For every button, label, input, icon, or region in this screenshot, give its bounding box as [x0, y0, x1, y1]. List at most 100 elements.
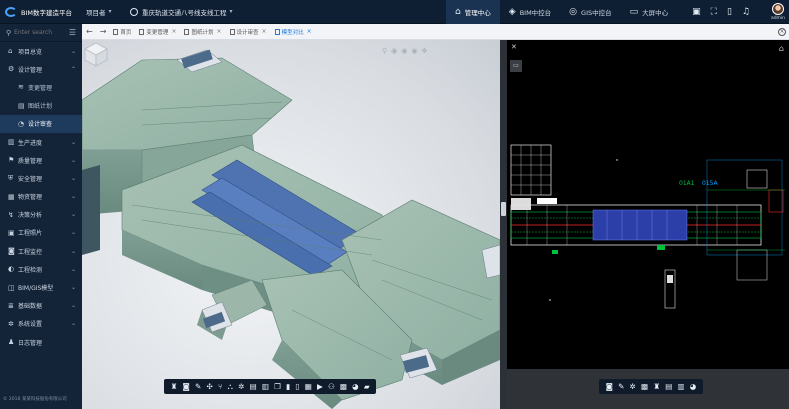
user-menu[interactable]: admin [767, 2, 789, 21]
project-selector[interactable]: 项目者 ▾ [86, 7, 126, 17]
sidebar-item-label: 工程检测 [18, 266, 43, 274]
camera-icon[interactable]: ◙ [183, 382, 190, 391]
sidebar-item[interactable]: ◐ 工程检测 ⌄ [0, 260, 82, 278]
sidebar-item[interactable]: ⚑ 质量管理 ⌄ [0, 151, 82, 169]
project-name-selector[interactable]: 重庆轨道交通八号线支线工程 ▾ [130, 7, 280, 17]
color-icon[interactable]: ◕ [352, 382, 359, 391]
chevron-down-icon: ⌄ [70, 193, 76, 201]
eye-icon[interactable]: ◉ [401, 47, 407, 55]
tab-bar: ← → 首页 变更管理 × 图纸计划 × 设计审查 × 模型对比 × × [82, 24, 789, 40]
sidebar-item[interactable]: ◫ BIM/GIS模型 ⌄ [0, 278, 82, 296]
nav-gis-console[interactable]: ◎ GIS中控台 [560, 0, 620, 24]
sidebar-item-label: 设计审查 [28, 121, 53, 129]
chevron-down-icon: ⌄ [70, 302, 76, 310]
phone-icon[interactable]: ▯ [727, 7, 732, 17]
calculator-icon[interactable]: ▩ [340, 382, 347, 391]
sidebar-item[interactable]: ⛨ 安全管理 ⌄ [0, 169, 82, 187]
close-all-tabs-icon[interactable]: × [778, 27, 786, 36]
header-tools: ▣ ⛶ ▯ ♫ [687, 7, 755, 17]
video-icon[interactable]: ▶ [317, 382, 323, 391]
station-model [82, 49, 500, 409]
view-splitter[interactable] [500, 40, 507, 409]
sidebar-item-label: 生产进度 [18, 139, 43, 147]
app-logo[interactable]: BIM数字建造平台 [0, 6, 78, 17]
photo-icon: ▣ [8, 228, 15, 237]
chevron-down-icon: ⌄ [70, 156, 76, 164]
image-icon[interactable]: ▤ [665, 382, 672, 391]
file-icon[interactable]: ▯ [295, 382, 299, 391]
book-icon[interactable]: ❐ [274, 382, 281, 391]
location-icon[interactable]: ⚲ [382, 47, 387, 55]
sidebar-item[interactable]: ▣ 工程照片 ⌄ [0, 224, 82, 242]
nav-screen-center[interactable]: ▭ 大屏中心 [621, 0, 678, 24]
fullscreen-icon[interactable]: ⛶ [711, 7, 717, 17]
branch-icon[interactable]: ⑂ [218, 382, 223, 391]
calculator-icon[interactable]: ▩ [641, 382, 648, 391]
tab[interactable]: 变更管理 × [135, 24, 180, 40]
close-tab-icon[interactable]: × [307, 28, 312, 35]
tab[interactable]: 首页 [109, 24, 135, 40]
box-icon[interactable]: ▦ [305, 382, 312, 391]
collapse-sidebar-icon[interactable]: ☰ [69, 28, 76, 37]
settings-icon[interactable]: ✲ [630, 382, 636, 391]
doc-icon[interactable]: ▮ [286, 382, 290, 391]
view-cube-icon[interactable] [82, 40, 110, 68]
sidebar: ⚲ ☰ ⌂项目总览⌄⚙设计管理⌃≋变更管理▤图纸计划◔设计审查▥生产进度⌄⚑质量… [0, 24, 82, 409]
nav-bim-console[interactable]: ◈ BIM中控台 [500, 0, 560, 24]
map-icon[interactable]: ▥ [678, 382, 685, 391]
users-icon[interactable]: ⚇ [328, 382, 335, 391]
sidebar-item[interactable]: ≣ 基础数据 ⌄ [0, 297, 82, 315]
tab[interactable]: 模型对比 × [271, 24, 316, 40]
tree-icon[interactable]: ⛬ [228, 382, 233, 392]
bim-3d-view[interactable]: ⚲ ◉ ◉ ◉ ✥ ♜ ◙ ✎ ✣ ⑂ ⛬ ✲ ▤ ▥ ❐ ▮ ▯ ▦ ▶ ⚇ … [82, 40, 500, 409]
pen-icon[interactable]: ✎ [618, 382, 624, 391]
sidebar-item[interactable]: ≋ 变更管理 [0, 78, 82, 96]
camera-icon[interactable]: ◙ [606, 382, 613, 391]
sidebar-item-label: 工程监控 [18, 248, 43, 256]
bell-icon[interactable]: ♫ [742, 7, 750, 17]
search-input[interactable] [14, 29, 65, 36]
sidebar-item[interactable]: ⌂ 项目总览 ⌄ [0, 42, 82, 60]
sidebar-item[interactable]: ▥ 生产进度 ⌄ [0, 133, 82, 151]
sidebar-item[interactable]: ↯ 决策分析 ⌄ [0, 206, 82, 224]
sidebar-item[interactable]: ⚙ 设计管理 ⌃ [0, 60, 82, 78]
model-icon: ◫ [8, 283, 15, 292]
drawing-icon: ▤ [18, 101, 25, 110]
cad-drawing-view[interactable]: ✕ ▭ ⌂ 01A1 015A ◙ ✎ ✲ ▩ ♜ ▤ ▥ ◕ [507, 40, 789, 409]
tab-label: 图纸计划 [191, 29, 214, 36]
sidebar-item[interactable]: ▤ 图纸计划 [0, 97, 82, 115]
map-icon[interactable]: ▥ [262, 382, 269, 391]
quality-icon: ⚑ [8, 156, 15, 165]
sidebar-item[interactable]: ◔ 设计审查 [0, 114, 82, 133]
project-name: 重庆轨道交通八号线支线工程 [142, 8, 227, 17]
sidebar-item[interactable]: ♟ 日志管理 [0, 333, 82, 351]
sidebar-item[interactable]: ◙ 工程监控 ⌄ [0, 242, 82, 260]
expand-icon[interactable]: ✥ [421, 47, 427, 55]
sidebar-item[interactable]: ▦ 物资管理 ⌄ [0, 188, 82, 206]
print-icon[interactable]: ▰ [364, 382, 370, 391]
splitter-handle[interactable] [501, 202, 506, 216]
close-tab-icon[interactable]: × [262, 28, 267, 35]
walk-icon[interactable]: ♜ [653, 382, 660, 391]
nav-manage-center[interactable]: ⌂ 管理中心 [446, 0, 500, 24]
close-tab-icon[interactable]: × [171, 28, 176, 35]
chevron-down-icon: ⌄ [70, 174, 76, 182]
copyright: © 2018 某某科技股份有限公司 [3, 397, 67, 402]
axis-icon[interactable]: ✣ [206, 382, 212, 391]
pen-icon[interactable]: ✎ [195, 382, 201, 391]
sidebar-item[interactable]: ✲ 系统设置 ⌄ [0, 315, 82, 333]
eye-icon[interactable]: ◉ [411, 47, 417, 55]
close-tab-icon[interactable]: × [216, 28, 221, 35]
eye-icon[interactable]: ◉ [391, 47, 397, 55]
image-icon[interactable]: ▤ [250, 382, 257, 391]
tab[interactable]: 图纸计划 × [180, 24, 225, 40]
walk-icon[interactable]: ♜ [171, 382, 178, 391]
color-icon[interactable]: ◕ [690, 382, 697, 391]
arrow-right-icon[interactable]: → [100, 27, 107, 36]
tab[interactable]: 设计审查 × [226, 24, 271, 40]
chevron-down-icon: ⌄ [70, 47, 76, 55]
arrow-left-icon[interactable]: ← [86, 27, 93, 36]
settings-icon[interactable]: ✲ [238, 382, 244, 391]
tablet-icon[interactable]: ▣ [692, 7, 701, 17]
project-icon [130, 7, 138, 16]
